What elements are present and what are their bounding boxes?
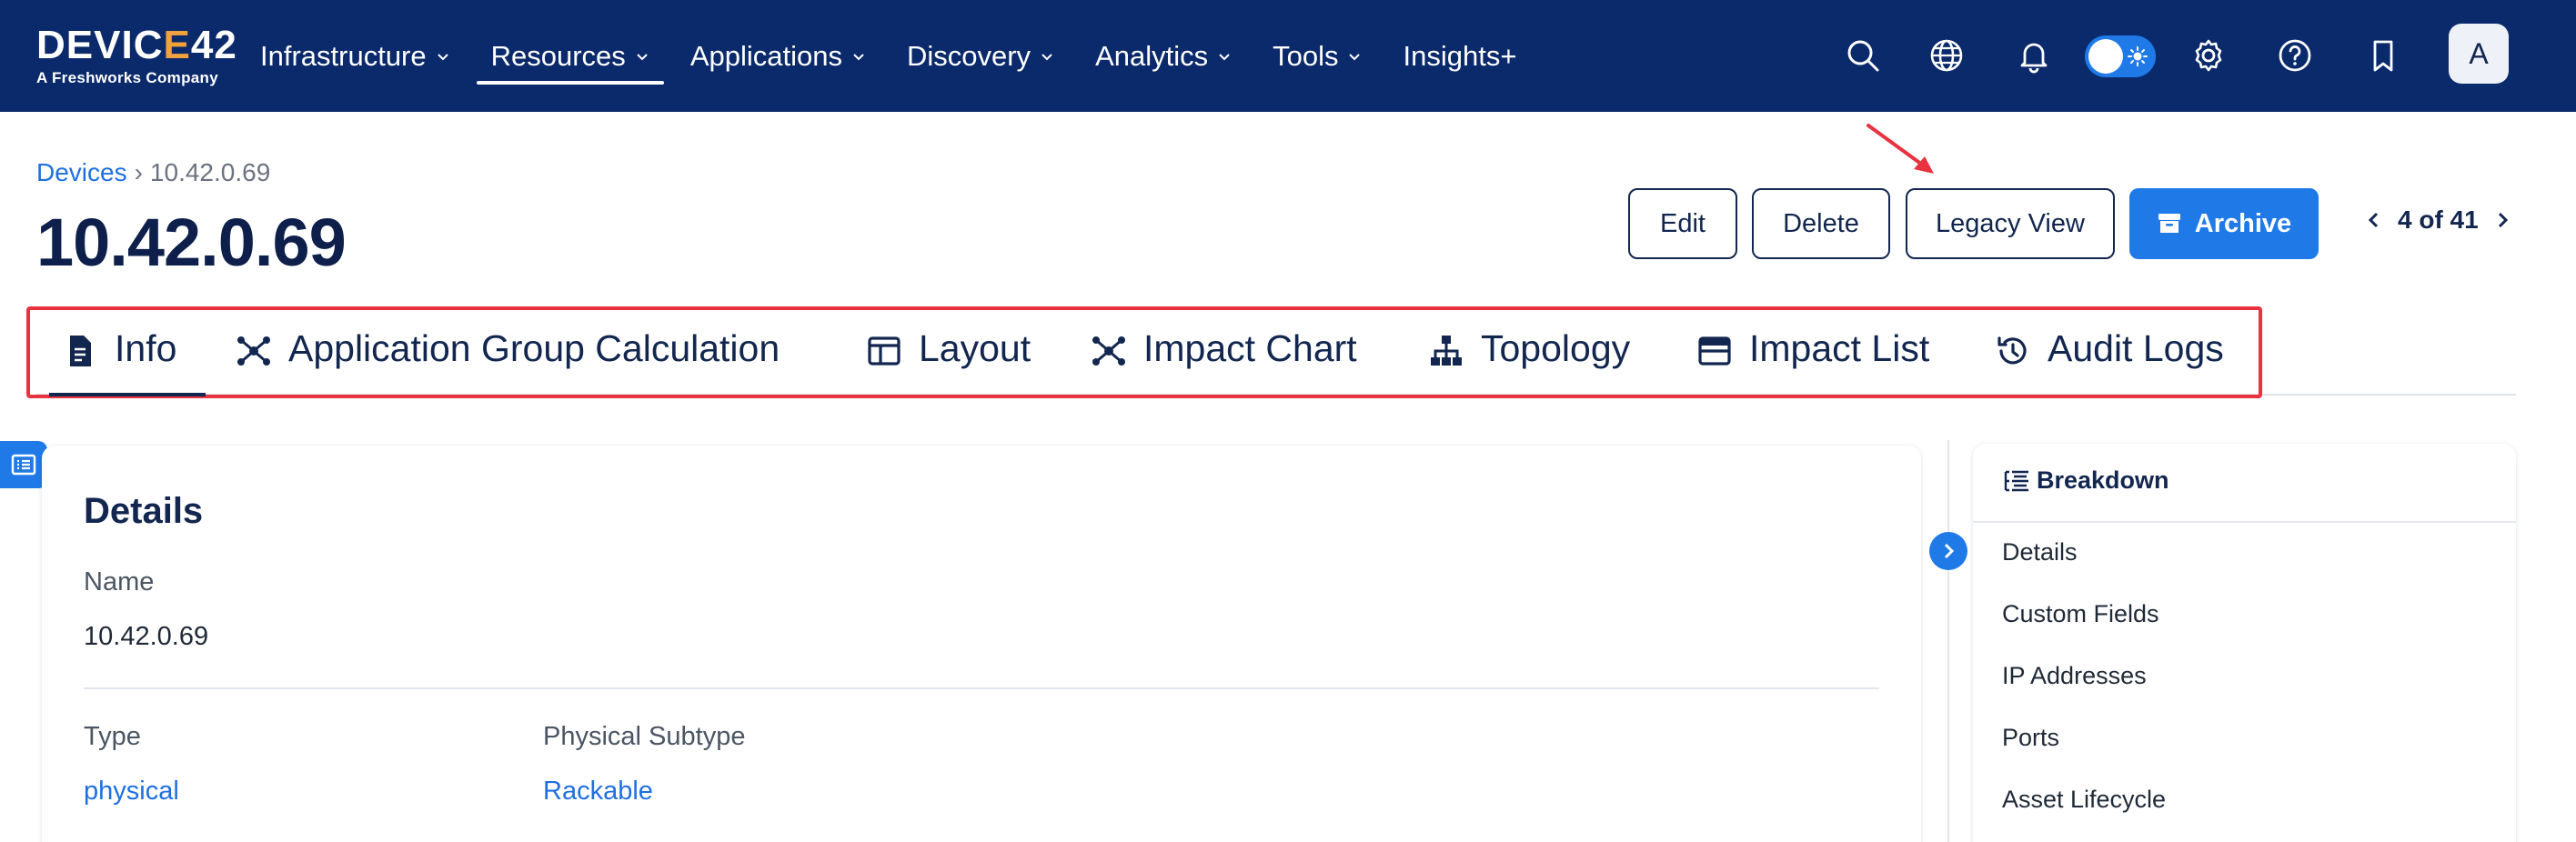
annotation-arrow (1867, 124, 1934, 174)
tab-label: Application Group Calculation (288, 327, 780, 369)
pager-position: 4 of 41 (2398, 205, 2479, 234)
tab-application-group-calculation[interactable]: Application Group Calculation (236, 327, 780, 396)
chevron-down-icon (437, 53, 448, 60)
layout-icon (868, 336, 901, 366)
history-icon (1997, 336, 2027, 365)
nav-item-tools[interactable]: Tools (1273, 0, 1362, 112)
chevron-down-icon (1349, 53, 1361, 60)
tab-label: Impact Chart (1143, 327, 1357, 369)
list-icon (11, 454, 36, 476)
breakdown-item-asset-lifecycle[interactable]: Asset Lifecycle (2002, 786, 2166, 814)
legacy-view-button[interactable]: Legacy View (1906, 188, 2115, 259)
document-icon (70, 336, 91, 366)
record-pager: 4 of 41 (2363, 205, 2513, 235)
breadcrumb-devices-link[interactable]: Devices (36, 158, 127, 187)
details-divider (84, 687, 1879, 689)
hierarchy-icon (1431, 336, 1462, 366)
tab-layout[interactable]: Layout (866, 327, 1031, 396)
top-navigation-bar: DEVICE42 A Freshworks Company Infrastruc… (0, 0, 2576, 112)
nav-item-analytics[interactable]: Analytics (1095, 0, 1232, 112)
chevron-down-icon (853, 53, 864, 60)
device42-logo[interactable]: DEVICE42 A Freshworks Company (36, 24, 237, 87)
archive-button[interactable]: Archive (2129, 188, 2319, 259)
logo-text-highlight: E (163, 23, 191, 67)
logo-tagline: A Freshworks Company (36, 69, 218, 86)
details-card: Details Name 10.42.0.69 Type physical Ph… (42, 446, 1921, 842)
breadcrumb-current: 10.42.0.69 (149, 158, 271, 186)
avatar[interactable]: A (2449, 24, 2509, 84)
type-value-link[interactable]: physical (84, 777, 179, 807)
main-menu: Infrastructure Resources Applications Di… (260, 0, 1557, 112)
sidebar-toggle-button[interactable] (0, 441, 47, 488)
name-value: 10.42.0.69 (84, 622, 209, 651)
breadcrumb: Devices › 10.42.0.69 (36, 158, 270, 187)
nav-item-label: Discovery (906, 39, 1031, 72)
bell-icon[interactable] (2015, 36, 2053, 75)
chevron-down-icon (1219, 53, 1230, 60)
logo-text-prefix: DEVIC (36, 23, 164, 67)
nav-item-label: Insights+ (1403, 39, 1517, 72)
delete-button[interactable]: Delete (1752, 188, 1890, 259)
breakdown-item-ip-addresses[interactable]: IP Addresses (2002, 662, 2147, 690)
nav-item-discovery[interactable]: Discovery (907, 0, 1054, 112)
tab-impact-list[interactable]: Impact List (1696, 327, 1929, 396)
breakdown-divider (1973, 521, 2516, 523)
archive-button-label: Archive (2194, 208, 2292, 238)
outline-list-icon (2004, 470, 2028, 491)
breakdown-item-ports[interactable]: Ports (2002, 724, 2059, 752)
page-title: 10.42.0.69 (36, 205, 347, 280)
tab-info[interactable]: Info (48, 327, 206, 396)
name-label: Name (84, 567, 155, 596)
list-box-icon (1698, 336, 1731, 366)
nav-item-insights[interactable]: Insights+ (1403, 0, 1516, 112)
logo-text-suffix: 42 (190, 23, 237, 67)
theme-toggle[interactable] (2085, 35, 2156, 77)
tab-audit-logs[interactable]: Audit Logs (1995, 327, 2224, 396)
tab-label: Impact List (1749, 327, 1930, 369)
search-icon[interactable] (1844, 36, 1882, 75)
nav-item-label: Analytics (1095, 39, 1209, 72)
type-label: Type (84, 722, 141, 751)
globe-icon[interactable] (1927, 36, 1966, 75)
network-icon (237, 336, 270, 366)
nav-item-label: Resources (490, 39, 626, 72)
tab-label: Audit Logs (2048, 327, 2224, 369)
panel-separator (1947, 440, 1949, 842)
breakdown-panel: Breakdown Details Custom Fields IP Addre… (1973, 444, 2516, 842)
chevron-down-icon (637, 53, 648, 60)
network-icon (1092, 336, 1125, 366)
breakdown-title: Breakdown (2037, 466, 2169, 494)
help-icon[interactable] (2276, 36, 2314, 75)
tab-label: Layout (919, 327, 1031, 369)
physical-subtype-value-link[interactable]: Rackable (543, 777, 653, 807)
toggle-knob (2088, 39, 2123, 74)
chevron-left-icon[interactable] (2363, 209, 2385, 231)
breakdown-header: Breakdown (2002, 466, 2169, 495)
chevron-down-icon (1041, 53, 1052, 60)
tab-label: Info (115, 327, 177, 369)
chevron-right-icon[interactable] (2491, 209, 2513, 231)
tab-impact-chart[interactable]: Impact Chart (1091, 327, 1357, 396)
tab-topology[interactable]: Topology (1428, 327, 1630, 396)
breakdown-item-custom-fields[interactable]: Custom Fields (2002, 600, 2159, 628)
breadcrumb-separator: › (134, 158, 143, 186)
collapse-panel-button[interactable] (1929, 532, 1967, 570)
nav-item-label: Applications (689, 39, 842, 72)
physical-subtype-label: Physical Subtype (543, 722, 746, 751)
nav-item-label: Infrastructure (260, 39, 427, 72)
bookmark-icon[interactable] (2364, 36, 2402, 75)
chevron-right-icon (1944, 543, 1955, 559)
nav-item-applications[interactable]: Applications (690, 0, 866, 112)
breakdown-item-details[interactable]: Details (2002, 538, 2078, 566)
sun-icon (2128, 46, 2148, 66)
nav-item-infrastructure[interactable]: Infrastructure (260, 0, 450, 112)
gear-icon[interactable] (2189, 36, 2228, 75)
nav-item-label: Tools (1273, 39, 1339, 72)
tab-label: Topology (1481, 327, 1631, 369)
archive-icon (2158, 214, 2180, 233)
details-heading: Details (84, 491, 204, 531)
nav-item-resources[interactable]: Resources (476, 0, 665, 112)
edit-button[interactable]: Edit (1628, 188, 1737, 259)
